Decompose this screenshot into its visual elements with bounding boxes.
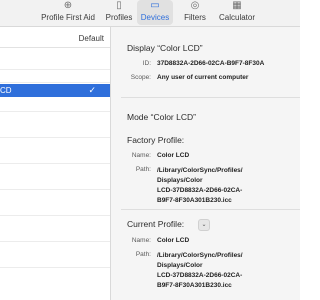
toolbar-devices-label: Devices bbox=[140, 13, 170, 22]
toolbar-profiles[interactable]: ▯ Profiles bbox=[102, 0, 136, 25]
profiles-icon: ▯ bbox=[116, 0, 122, 11]
toolbar-filters-label: Filters bbox=[184, 13, 206, 22]
filters-icon: ◎ bbox=[190, 0, 200, 11]
id-key: ID: bbox=[142, 60, 151, 67]
current-profile-title: Current Profile: bbox=[127, 219, 185, 229]
current-name-value: Color LCD bbox=[157, 237, 190, 244]
device-detail-pane: Display “Color LCD” ID: 37D8832A-2D66-02… bbox=[111, 27, 300, 300]
factory-name-value: Color LCD bbox=[157, 152, 190, 159]
toolbar: ⊕ Profile First Aid ▯ Profiles ▭ Devices… bbox=[0, 0, 300, 27]
mode-title: Mode “Color LCD” bbox=[127, 112, 196, 122]
toolbar-profile-first-aid-label: Profile First Aid bbox=[41, 13, 95, 22]
factory-name-key: Name: bbox=[131, 152, 151, 159]
toolbar-profiles-label: Profiles bbox=[105, 13, 133, 22]
device-row-color-lcd[interactable]: CD ✓ bbox=[0, 84, 110, 97]
current-name-key: Name: bbox=[131, 237, 151, 244]
factory-profile-title: Factory Profile: bbox=[127, 135, 185, 145]
first-aid-icon: ⊕ bbox=[63, 0, 73, 11]
toolbar-calculator-label: Calculator bbox=[218, 13, 255, 22]
list-divider bbox=[0, 215, 110, 216]
device-row-label: CD bbox=[0, 86, 12, 95]
device-list: Default CD ✓ bbox=[0, 27, 111, 300]
display-title: Display “Color LCD” bbox=[127, 43, 203, 53]
id-value: 37D8832A-2D66-02CA-B9F7-8F30A bbox=[157, 60, 265, 67]
list-divider bbox=[0, 137, 110, 138]
list-divider bbox=[0, 241, 110, 242]
toolbar-devices[interactable]: ▭ Devices bbox=[137, 0, 173, 25]
checkmark-icon: ✓ bbox=[88, 85, 96, 95]
current-path-key: Path: bbox=[135, 251, 151, 258]
list-divider bbox=[0, 82, 110, 83]
list-divider bbox=[0, 111, 110, 112]
colorsync-window: ⊕ Profile First Aid ▯ Profiles ▭ Devices… bbox=[0, 0, 300, 300]
current-profile-popup-button[interactable]: ⌄ bbox=[198, 219, 210, 231]
section-divider bbox=[121, 209, 300, 210]
list-divider bbox=[0, 163, 110, 164]
factory-path-key: Path: bbox=[135, 166, 151, 173]
current-path-value: /Library/ColorSync/Profiles/ Displays/Co… bbox=[157, 252, 243, 289]
scope-key: Scope: bbox=[130, 74, 151, 81]
list-divider bbox=[0, 69, 110, 70]
toolbar-calculator[interactable]: ▦ Calculator bbox=[214, 0, 260, 25]
toolbar-filters[interactable]: ◎ Filters bbox=[178, 0, 212, 25]
default-column-header[interactable]: Default bbox=[79, 34, 104, 43]
factory-path-value: /Library/ColorSync/Profiles/ Displays/Co… bbox=[157, 167, 243, 204]
calculator-icon: ▦ bbox=[232, 0, 242, 11]
devices-icon: ▭ bbox=[150, 0, 160, 11]
section-divider bbox=[121, 97, 300, 98]
chevron-down-icon: ⌄ bbox=[201, 222, 207, 228]
list-divider bbox=[0, 189, 110, 190]
list-divider bbox=[0, 267, 110, 268]
toolbar-profile-first-aid[interactable]: ⊕ Profile First Aid bbox=[34, 0, 102, 25]
scope-value: Any user of current computer bbox=[157, 74, 249, 81]
device-list-header: Default bbox=[0, 33, 110, 48]
